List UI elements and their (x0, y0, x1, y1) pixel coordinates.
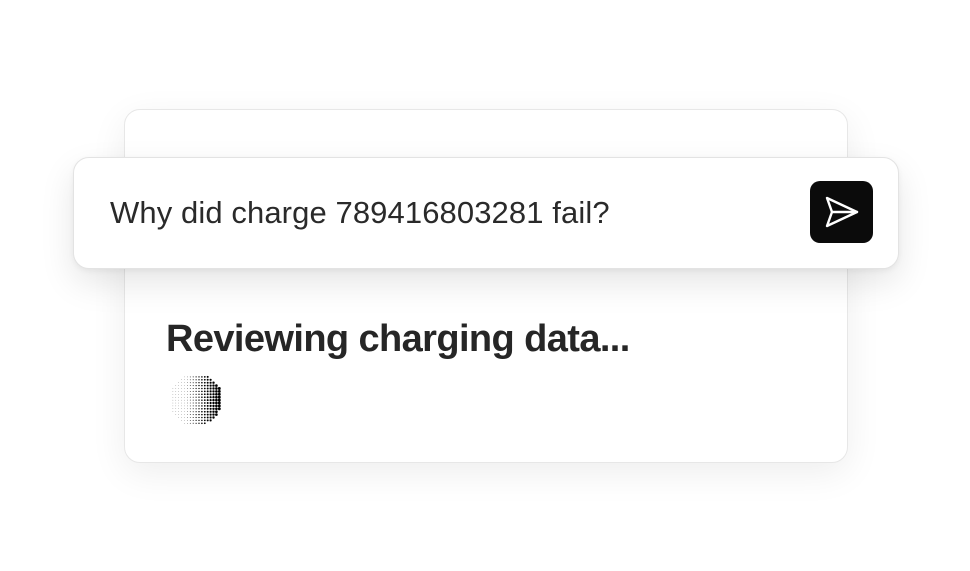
stage: Why did charge 789416803281 fail? Review… (0, 0, 970, 571)
prompt-bar[interactable]: Why did charge 789416803281 fail? (73, 157, 899, 269)
send-icon (825, 196, 858, 228)
prompt-input[interactable]: Why did charge 789416803281 fail? (110, 194, 610, 232)
send-button[interactable] (810, 181, 873, 243)
status-text: Reviewing charging data... (166, 318, 630, 360)
halftone-spinner-icon (172, 375, 221, 425)
